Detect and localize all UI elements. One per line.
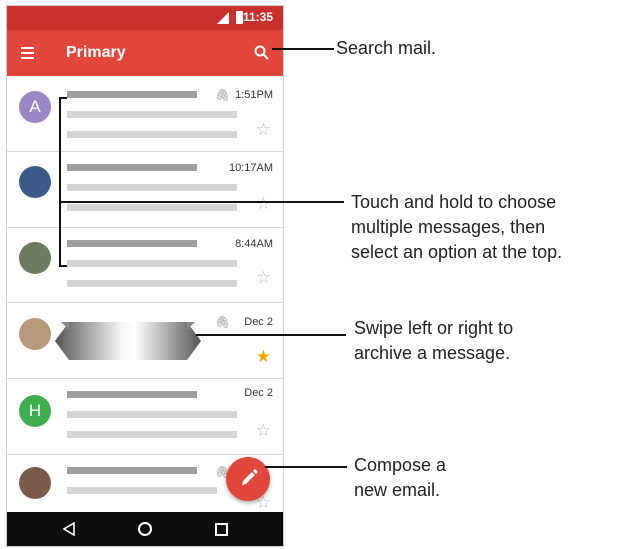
sender-placeholder — [67, 391, 197, 398]
callout-swipe: Swipe left or right to archive a message… — [354, 318, 514, 363]
snippet-placeholder — [67, 204, 237, 211]
subject-placeholder — [67, 111, 237, 118]
message-time: Dec 2 — [244, 316, 273, 328]
callout-line-swipe — [196, 334, 346, 336]
message-time: Dec 2 — [244, 387, 273, 399]
compose-button[interactable] — [226, 457, 270, 501]
sender-placeholder — [67, 467, 197, 474]
callout-select: Touch and hold to choose multiple messag… — [351, 192, 563, 262]
snippet-placeholder — [67, 280, 237, 287]
pencil-icon — [242, 469, 258, 485]
avatar — [19, 242, 51, 274]
subject-placeholder — [67, 184, 237, 191]
list-item[interactable]: A 🖇 1:51PM ☆ — [7, 76, 283, 152]
sender-placeholder — [67, 164, 197, 171]
selection-bracket — [59, 97, 67, 267]
subject-placeholder — [67, 487, 217, 494]
sender-placeholder — [67, 240, 197, 247]
status-bar: 11:35 — [7, 6, 283, 30]
sender-placeholder — [67, 91, 197, 98]
recent-apps-icon[interactable] — [215, 523, 228, 536]
battery-icon — [236, 11, 243, 24]
star-icon[interactable]: ☆ — [256, 194, 271, 214]
message-time: 1:51PM — [235, 89, 273, 101]
app-bar: Primary — [7, 30, 283, 76]
callout-line-search — [272, 48, 334, 50]
message-list: A 🖇 1:51PM ☆ 10:17AM ☆ 8:44AM ☆ 🖇 Dec 2 … — [7, 76, 283, 512]
star-icon[interactable]: ☆ — [256, 120, 271, 140]
avatar — [19, 318, 51, 350]
avatar — [19, 467, 51, 499]
subject-placeholder — [67, 260, 237, 267]
message-time: 10:17AM — [228, 162, 273, 174]
list-item[interactable]: 8:44AM ☆ — [7, 228, 283, 303]
callout-compose: Compose a new email. — [354, 455, 447, 500]
snippet-placeholder — [67, 131, 237, 138]
signal-icon — [217, 12, 229, 24]
star-filled-icon[interactable]: ★ — [256, 347, 271, 367]
star-icon[interactable]: ☆ — [256, 268, 271, 288]
avatar — [19, 166, 51, 198]
avatar: A — [19, 91, 51, 123]
attachment-icon: 🖇 — [215, 315, 231, 329]
status-time: 11:35 — [242, 10, 273, 24]
callout-line-select — [60, 201, 344, 203]
snippet-placeholder — [67, 431, 237, 438]
page-title: Primary — [66, 44, 126, 61]
back-icon[interactable] — [63, 522, 75, 536]
navigation-bar — [7, 512, 283, 546]
menu-icon[interactable] — [21, 47, 34, 59]
subject-placeholder — [67, 411, 237, 418]
star-icon[interactable]: ☆ — [256, 421, 271, 441]
list-item[interactable]: 10:17AM ☆ — [7, 152, 283, 228]
callout-line-compose — [265, 466, 347, 468]
swipe-archive-indicator — [55, 322, 201, 360]
home-icon[interactable] — [138, 522, 152, 536]
avatar: H — [19, 395, 51, 427]
callout-search: Search mail. — [336, 38, 437, 58]
phone-screen: 11:35 Primary A 🖇 1:51PM ☆ 10:17AM ☆ 8:4… — [6, 5, 284, 547]
message-time: 8:44AM — [235, 238, 273, 250]
list-item[interactable]: H Dec 2 ☆ — [7, 379, 283, 455]
search-icon[interactable] — [253, 44, 271, 62]
attachment-icon: 🖇 — [215, 88, 231, 102]
